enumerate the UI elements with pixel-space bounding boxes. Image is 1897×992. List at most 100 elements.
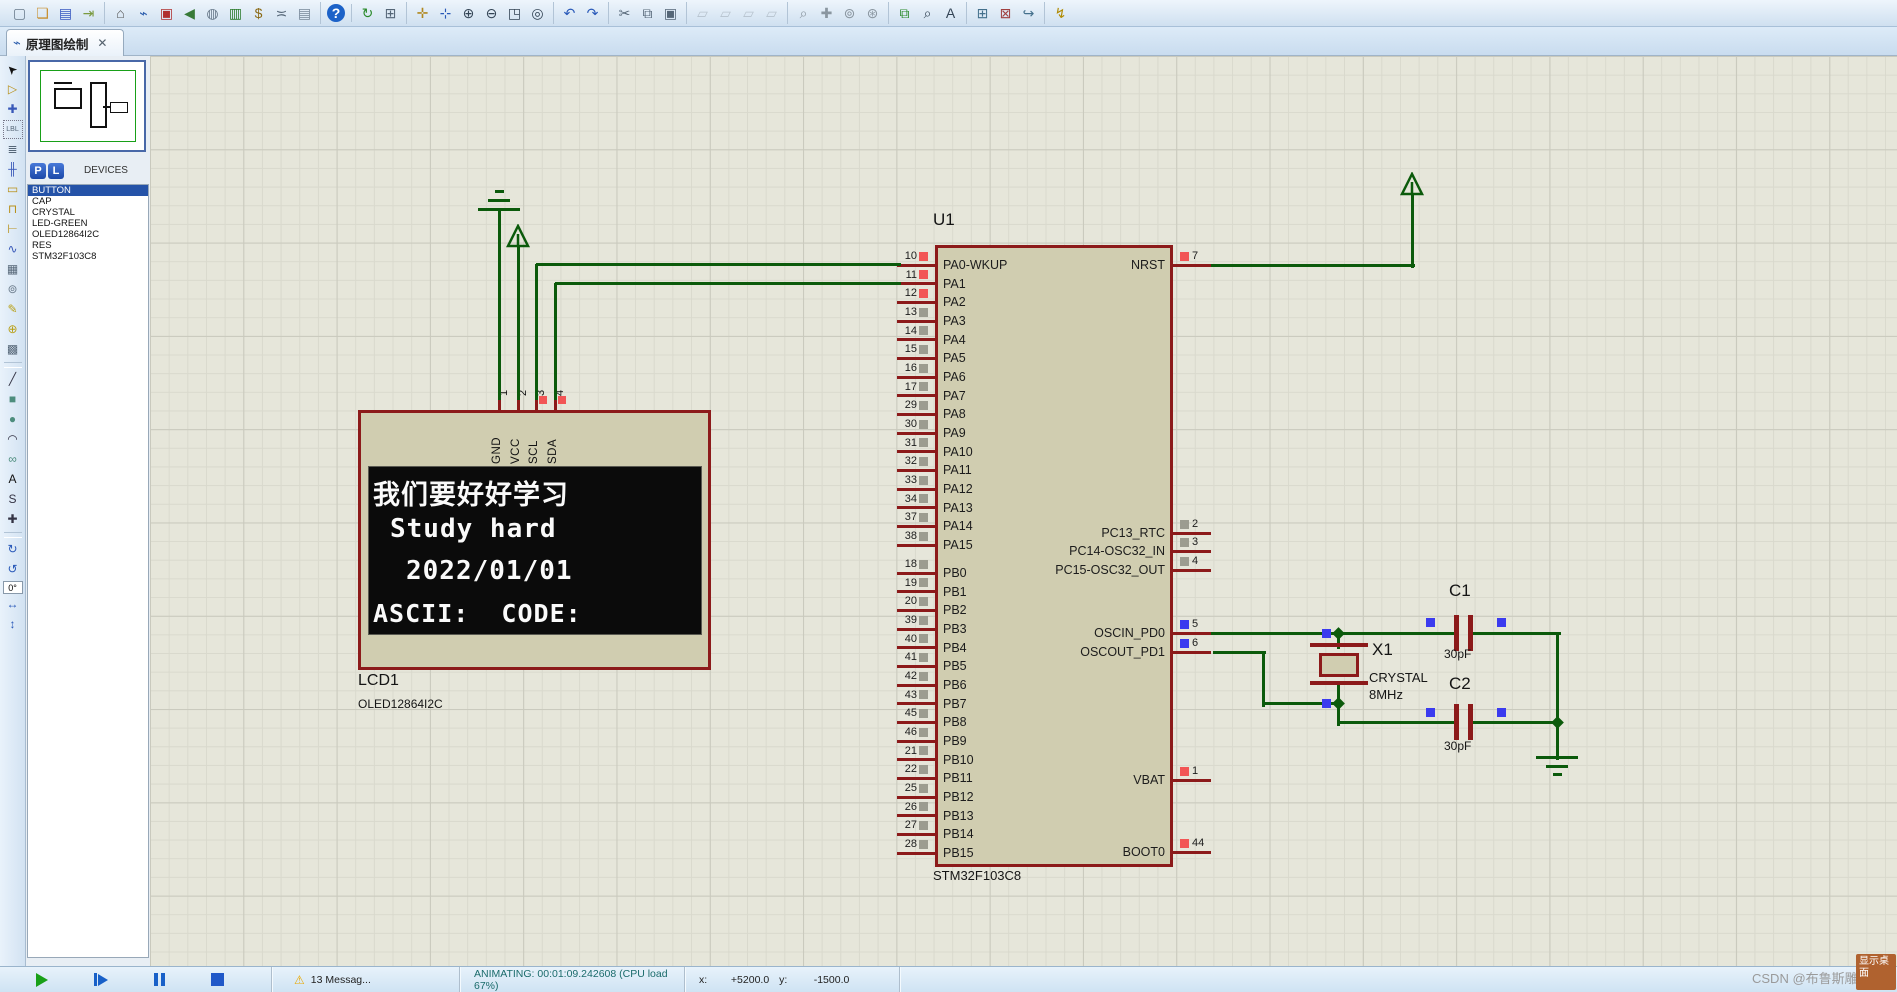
wire-segment[interactable] (1213, 650, 1266, 654)
pin-stub[interactable] (1173, 631, 1211, 635)
pin-stub[interactable] (897, 319, 935, 323)
library-button[interactable]: L (48, 163, 64, 179)
pin-stub[interactable] (897, 487, 935, 491)
pin-stub[interactable] (1173, 778, 1211, 782)
wire-segment[interactable] (1471, 631, 1561, 635)
bill-of-materials-icon[interactable]: $ (247, 2, 270, 24)
grid-toggle-icon[interactable]: ⊞ (379, 2, 402, 24)
pin-stub[interactable] (897, 263, 935, 267)
pin-stub[interactable] (897, 851, 935, 855)
packaging-tool-icon[interactable]: ⊚ (838, 2, 861, 24)
component-value-c1[interactable]: 30pF (1444, 647, 1471, 661)
message-section[interactable]: ⚠ 13 Messag... (272, 967, 460, 992)
pin-stub[interactable] (897, 608, 935, 612)
pcb-layout-icon[interactable]: ▣ (155, 2, 178, 24)
netlist-compile-icon[interactable]: ⧉ (893, 2, 916, 24)
2d-line-icon[interactable]: ╱ (3, 370, 23, 389)
wire-segment[interactable] (1471, 720, 1560, 724)
power-terminal[interactable] (1399, 171, 1425, 196)
wire-segment[interactable] (497, 209, 501, 400)
component-freq-x1[interactable]: 8MHz (1369, 687, 1403, 702)
text-script-mode-icon[interactable]: ≣ (3, 140, 23, 159)
component-ref-c2[interactable]: C2 (1449, 674, 1471, 694)
rotate-clockwise-icon[interactable]: ↻ (3, 540, 23, 559)
junction-dot-mode-icon[interactable]: ✚ (3, 100, 23, 119)
pin-stub[interactable] (897, 795, 935, 799)
pin-stub[interactable] (897, 450, 935, 454)
wire-segment[interactable] (536, 262, 901, 266)
pin-stub[interactable] (897, 683, 935, 687)
tape-recorder-mode-icon[interactable]: ▦ (3, 260, 23, 279)
graph-mode-icon[interactable]: ∿ (3, 240, 23, 259)
tab-close-icon[interactable]: ✕ (97, 36, 107, 50)
component-value-c2[interactable]: 30pF (1444, 739, 1471, 753)
pin-stub[interactable] (897, 739, 935, 743)
import-file-icon[interactable]: ⇥ (77, 2, 100, 24)
flip-horizontal-icon[interactable]: ↔ (3, 595, 23, 614)
paste-icon[interactable]: ▣ (659, 2, 682, 24)
gerber-viewer-icon[interactable]: ◍ (201, 2, 224, 24)
component-mode-icon[interactable]: ▷ (3, 80, 23, 99)
component-ref-c1[interactable]: C1 (1449, 581, 1471, 601)
crystal-body[interactable] (1319, 653, 1359, 677)
pin-stub[interactable] (897, 543, 935, 547)
capacitor-c2-plate[interactable] (1454, 704, 1459, 740)
flip-vertical-icon[interactable]: ↕ (3, 615, 23, 634)
origin-icon[interactable]: ✛ (411, 2, 434, 24)
pick-devices-button[interactable]: P (30, 163, 46, 179)
pin-stub[interactable] (897, 506, 935, 510)
wire-segment[interactable] (516, 246, 520, 400)
redraw-icon[interactable]: ↻ (356, 2, 379, 24)
pin-stub[interactable] (897, 338, 935, 342)
2d-text-icon[interactable]: A (3, 470, 23, 489)
capacitor-c2-plate[interactable] (1468, 704, 1473, 740)
open-file-icon[interactable]: ❏ (31, 2, 54, 24)
ground-terminal[interactable] (477, 190, 521, 212)
rotation-angle-field[interactable]: 0° (2, 581, 23, 594)
design-explorer-icon[interactable]: ▥ (224, 2, 247, 24)
pin-stub[interactable] (1173, 850, 1211, 854)
device-list-item-res[interactable]: RES (28, 240, 148, 251)
undo-icon[interactable]: ↶ (558, 2, 581, 24)
pin-stub[interactable] (897, 627, 935, 631)
wire-segment[interactable] (1410, 194, 1414, 268)
zoom-out-icon[interactable]: ⊖ (480, 2, 503, 24)
2d-symbol-icon[interactable]: S (3, 490, 23, 509)
copy-icon[interactable]: ⧉ (636, 2, 659, 24)
wire-segment[interactable] (555, 281, 901, 285)
component-value-x1[interactable]: CRYSTAL (1369, 670, 1428, 685)
pin-stub[interactable] (1173, 263, 1211, 267)
component-ref-lcd1[interactable]: LCD1 (358, 672, 399, 690)
help-icon[interactable]: ? (327, 4, 345, 22)
pin-stub[interactable] (1173, 650, 1211, 654)
pin-stub[interactable] (897, 282, 935, 286)
cut-icon[interactable]: ✂ (613, 2, 636, 24)
terminal-mode-icon[interactable]: ⊓ (3, 200, 23, 219)
device-list-item-button[interactable]: BUTTON (28, 185, 148, 196)
tab-schematic[interactable]: ⌁ 原理图绘制 ✕ (6, 29, 124, 56)
device-list-item-cap[interactable]: CAP (28, 196, 148, 207)
zoom-extents-icon[interactable]: ◎ (526, 2, 549, 24)
stop-button[interactable] (211, 973, 224, 986)
schematic-capture-icon[interactable]: ⌁ (132, 2, 155, 24)
device-list-item-oled12864i2c[interactable]: OLED12864I2C (28, 229, 148, 240)
play-button[interactable] (36, 972, 48, 987)
pin-stub[interactable] (897, 590, 935, 594)
property-assignment-icon[interactable]: A (939, 2, 962, 24)
wire-segment[interactable] (1555, 633, 1559, 760)
device-list-item-led-green[interactable]: LED-GREEN (28, 218, 148, 229)
buses-mode-icon[interactable]: ╫ (3, 160, 23, 179)
pin-stub[interactable] (897, 468, 935, 472)
pin-stub[interactable] (897, 375, 935, 379)
pin-stub[interactable] (897, 524, 935, 528)
find-component-icon[interactable]: ⌕ (916, 2, 939, 24)
device-list-item-stm32f103c8[interactable]: STM32F103C8 (28, 251, 148, 262)
notes-icon[interactable]: ▤ (293, 2, 316, 24)
subcircuit-mode-icon[interactable]: ▭ (3, 180, 23, 199)
wire-segment[interactable] (1211, 263, 1415, 267)
pin-stub[interactable] (897, 758, 935, 762)
redo-icon[interactable]: ↷ (581, 2, 604, 24)
2d-arc-icon[interactable]: ◠ (3, 430, 23, 449)
3d-visualizer-icon[interactable]: ◀ (178, 2, 201, 24)
power-terminal[interactable] (505, 223, 531, 248)
